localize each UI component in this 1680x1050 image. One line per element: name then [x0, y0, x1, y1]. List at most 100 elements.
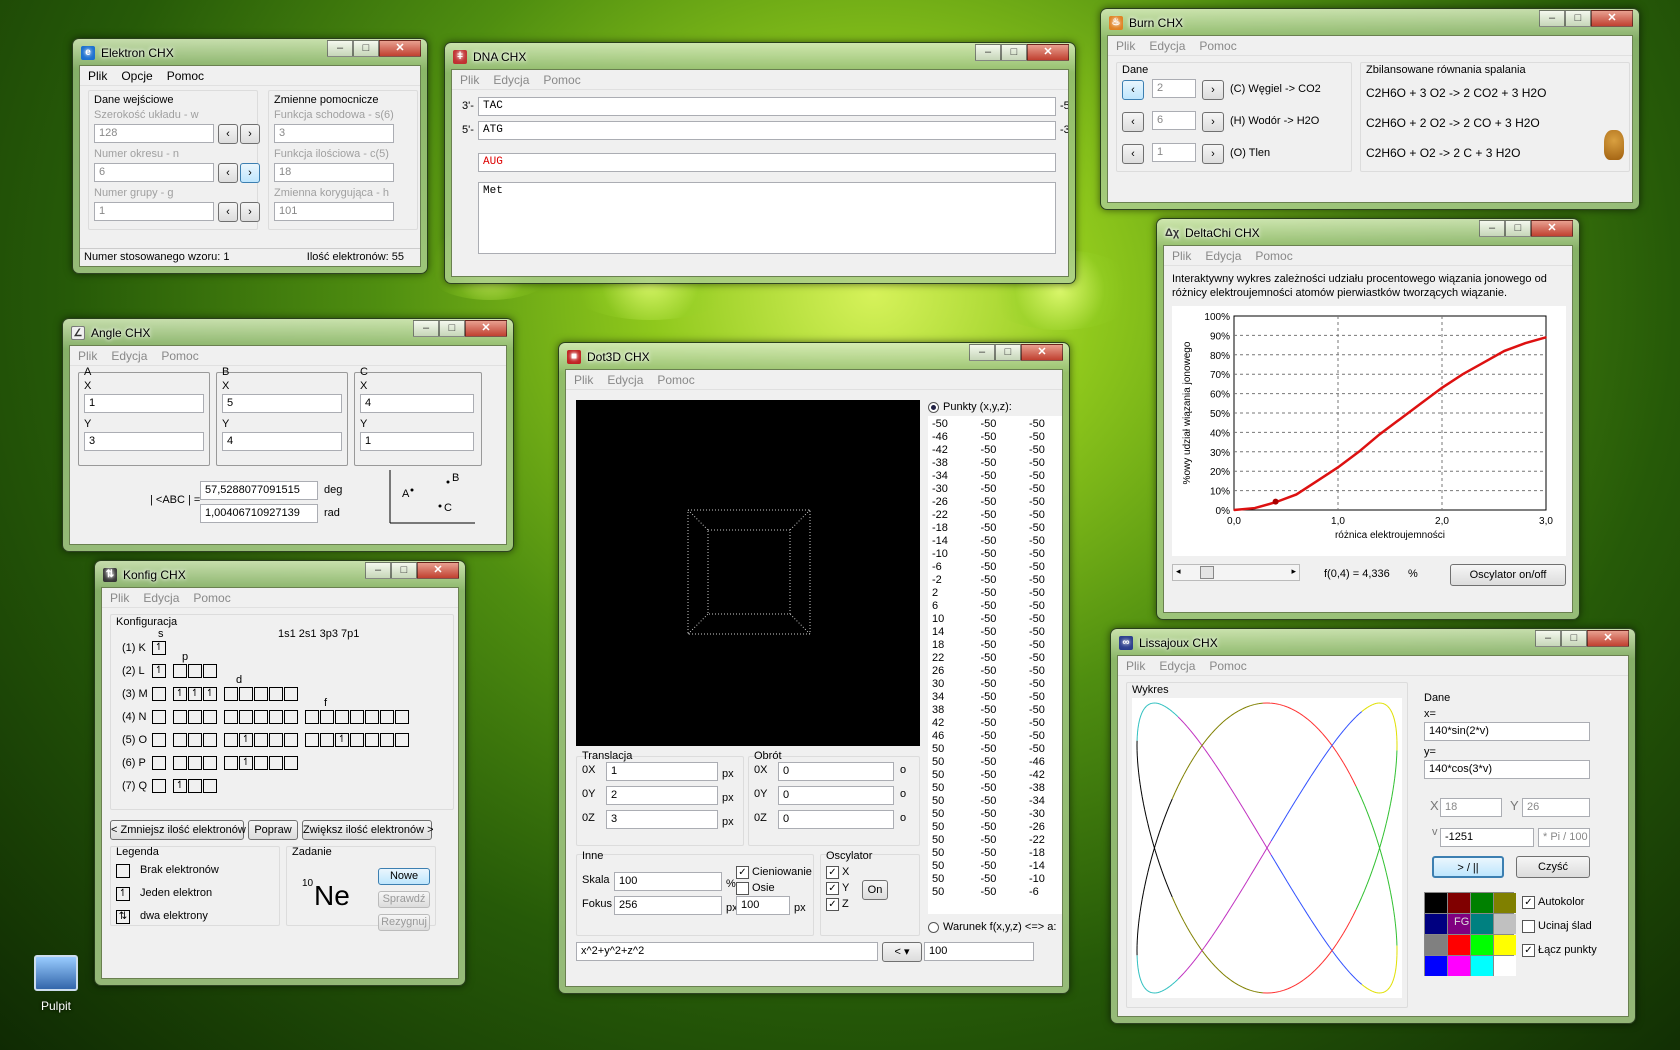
point-b-y-input[interactable]: 4 — [222, 432, 342, 451]
orbital-box[interactable] — [173, 709, 187, 724]
menu-pomoc[interactable]: Pomoc — [1199, 39, 1236, 53]
point-row[interactable]: 50 -50 -10 — [932, 873, 1058, 886]
point-row[interactable]: -6 -50 -50 — [932, 561, 1058, 574]
orbital-box[interactable] — [239, 709, 253, 724]
point-row[interactable]: -22 -50 -50 — [932, 509, 1058, 522]
point-a-x-input[interactable]: 1 — [84, 394, 204, 413]
shading-checkbox[interactable]: ✓ — [736, 866, 749, 879]
point-row[interactable]: 50 -50 -34 — [932, 795, 1058, 808]
orbital-box[interactable] — [380, 732, 394, 747]
connect-points-checkbox[interactable]: ✓ — [1522, 944, 1535, 957]
palette-color[interactable] — [1425, 893, 1447, 913]
maximize-button[interactable]: □ — [391, 562, 417, 579]
decrement-button[interactable]: ‹ — [218, 124, 238, 144]
minimize-button[interactable]: – — [1479, 220, 1505, 237]
close-button[interactable]: ✕ — [1021, 344, 1063, 361]
orbital-box[interactable] — [269, 709, 283, 724]
menu-edycja[interactable]: Edycja — [607, 373, 643, 387]
orbital-box[interactable] — [395, 732, 409, 747]
menu-pomoc[interactable]: Pomoc — [543, 73, 580, 87]
hydrogen-input[interactable]: 6 — [1152, 111, 1196, 130]
orbital-box[interactable] — [224, 732, 238, 747]
orbital-box[interactable] — [350, 732, 364, 747]
oscillator-toggle-button[interactable]: Oscylator on/off — [1450, 564, 1566, 586]
orbital-box[interactable]: ↿ — [335, 732, 349, 747]
point-row[interactable]: -2 -50 -50 — [932, 574, 1058, 587]
orbital-box[interactable] — [152, 755, 166, 770]
point-row[interactable]: 50 -50 -26 — [932, 821, 1058, 834]
increment-button[interactable]: › — [1202, 112, 1224, 132]
formula-input[interactable]: x^2+y^2+z^2 — [576, 942, 878, 961]
dna-strand2-input[interactable]: ATG — [478, 121, 1056, 140]
osc-z-checkbox[interactable]: ✓ — [826, 898, 839, 911]
translate-x-input[interactable]: 1 — [606, 762, 718, 781]
carbon-input[interactable]: 2 — [1152, 79, 1196, 98]
point-row[interactable]: 26 -50 -50 — [932, 665, 1058, 678]
palette-color[interactable] — [1448, 935, 1470, 955]
orbital-box[interactable] — [173, 663, 187, 678]
close-button[interactable]: ✕ — [1587, 630, 1629, 647]
point-row[interactable]: 50 -50 -18 — [932, 847, 1058, 860]
clear-button[interactable]: Czyść — [1516, 856, 1590, 878]
orbital-box[interactable] — [224, 686, 238, 701]
menu-plik[interactable]: Plik — [1172, 249, 1191, 263]
menu-plik[interactable]: Plik — [460, 73, 479, 87]
focus-input[interactable]: 256 — [614, 896, 722, 915]
period-input[interactable]: 6 — [94, 163, 214, 182]
point-row[interactable]: 14 -50 -50 — [932, 626, 1058, 639]
width-input[interactable]: 128 — [94, 124, 214, 143]
focus2-input[interactable]: 100 — [736, 896, 790, 915]
orbital-box[interactable] — [254, 732, 268, 747]
menu-pomoc[interactable]: Pomoc — [1209, 659, 1246, 673]
orbital-box[interactable] — [335, 709, 349, 724]
points-list[interactable]: -50 -50 -50 -46 -50 -50 -42 -50 -50 -38 -50 -50 -34-… — [928, 416, 1062, 914]
decrease-electrons-button[interactable]: < Zmniejsz ilość elektronów — [110, 820, 246, 840]
menu-pomoc[interactable]: Pomoc — [167, 69, 204, 83]
osc-y-checkbox[interactable]: ✓ — [826, 882, 839, 895]
orbital-box[interactable] — [365, 732, 379, 747]
rotate-z-input[interactable]: 0 — [778, 810, 894, 829]
palette-color[interactable] — [1471, 893, 1493, 913]
increase-electrons-button[interactable]: Zwiększ ilość elektronów > — [302, 820, 434, 840]
osc-on-button[interactable]: On — [862, 880, 888, 900]
minimize-button[interactable]: – — [1539, 10, 1565, 27]
point-row[interactable]: 42 -50 -50 — [932, 717, 1058, 730]
points-radio[interactable] — [928, 402, 939, 413]
menu-pomoc[interactable]: Pomoc — [1255, 249, 1292, 263]
palette-color[interactable] — [1471, 956, 1493, 976]
menu-plik[interactable]: Plik — [110, 591, 129, 605]
chart-slider[interactable]: ◂ ▸ — [1172, 564, 1300, 581]
orbital-box[interactable] — [380, 709, 394, 724]
orbital-box[interactable]: ↿ — [203, 686, 217, 701]
point-row[interactable]: 38 -50 -50 — [932, 704, 1058, 717]
menu-edycja[interactable]: Edycja — [1205, 249, 1241, 263]
palette-color[interactable] — [1425, 914, 1447, 934]
point-row[interactable]: 50 -50 -14 — [932, 860, 1058, 873]
orbital-box[interactable]: ↿ — [188, 686, 202, 701]
give-up-button[interactable]: Rezygnuj — [378, 914, 430, 931]
point-row[interactable]: 2 -50 -50 — [932, 587, 1058, 600]
palette-color[interactable] — [1425, 956, 1447, 976]
close-button[interactable]: ✕ — [417, 562, 459, 579]
increment-button[interactable]: › — [1202, 144, 1224, 164]
minimize-button[interactable]: – — [365, 562, 391, 579]
menu-pomoc[interactable]: Pomoc — [657, 373, 694, 387]
orbital-box[interactable] — [203, 709, 217, 724]
orbital-box[interactable] — [284, 686, 298, 701]
palette-color[interactable] — [1471, 914, 1493, 934]
point-a-y-input[interactable]: 3 — [84, 432, 204, 451]
group-input[interactable]: 1 — [94, 202, 214, 221]
orbital-box[interactable] — [203, 778, 217, 793]
orbital-box[interactable] — [203, 732, 217, 747]
maximize-button[interactable]: □ — [1001, 44, 1027, 61]
orbital-box[interactable]: ↿ — [173, 778, 187, 793]
x-expression-input[interactable]: 140*sin(2*v) — [1424, 722, 1590, 741]
menu-plik[interactable]: Plik — [1116, 39, 1135, 53]
point-c-y-input[interactable]: 1 — [360, 432, 474, 451]
close-button[interactable]: ✕ — [1591, 10, 1633, 27]
scroll-left-icon[interactable]: ◂ — [1176, 566, 1181, 577]
point-row[interactable]: -34 -50 -50 — [932, 470, 1058, 483]
increment-button[interactable]: › — [240, 124, 260, 144]
palette-color[interactable] — [1448, 956, 1470, 976]
orbital-box[interactable] — [188, 709, 202, 724]
